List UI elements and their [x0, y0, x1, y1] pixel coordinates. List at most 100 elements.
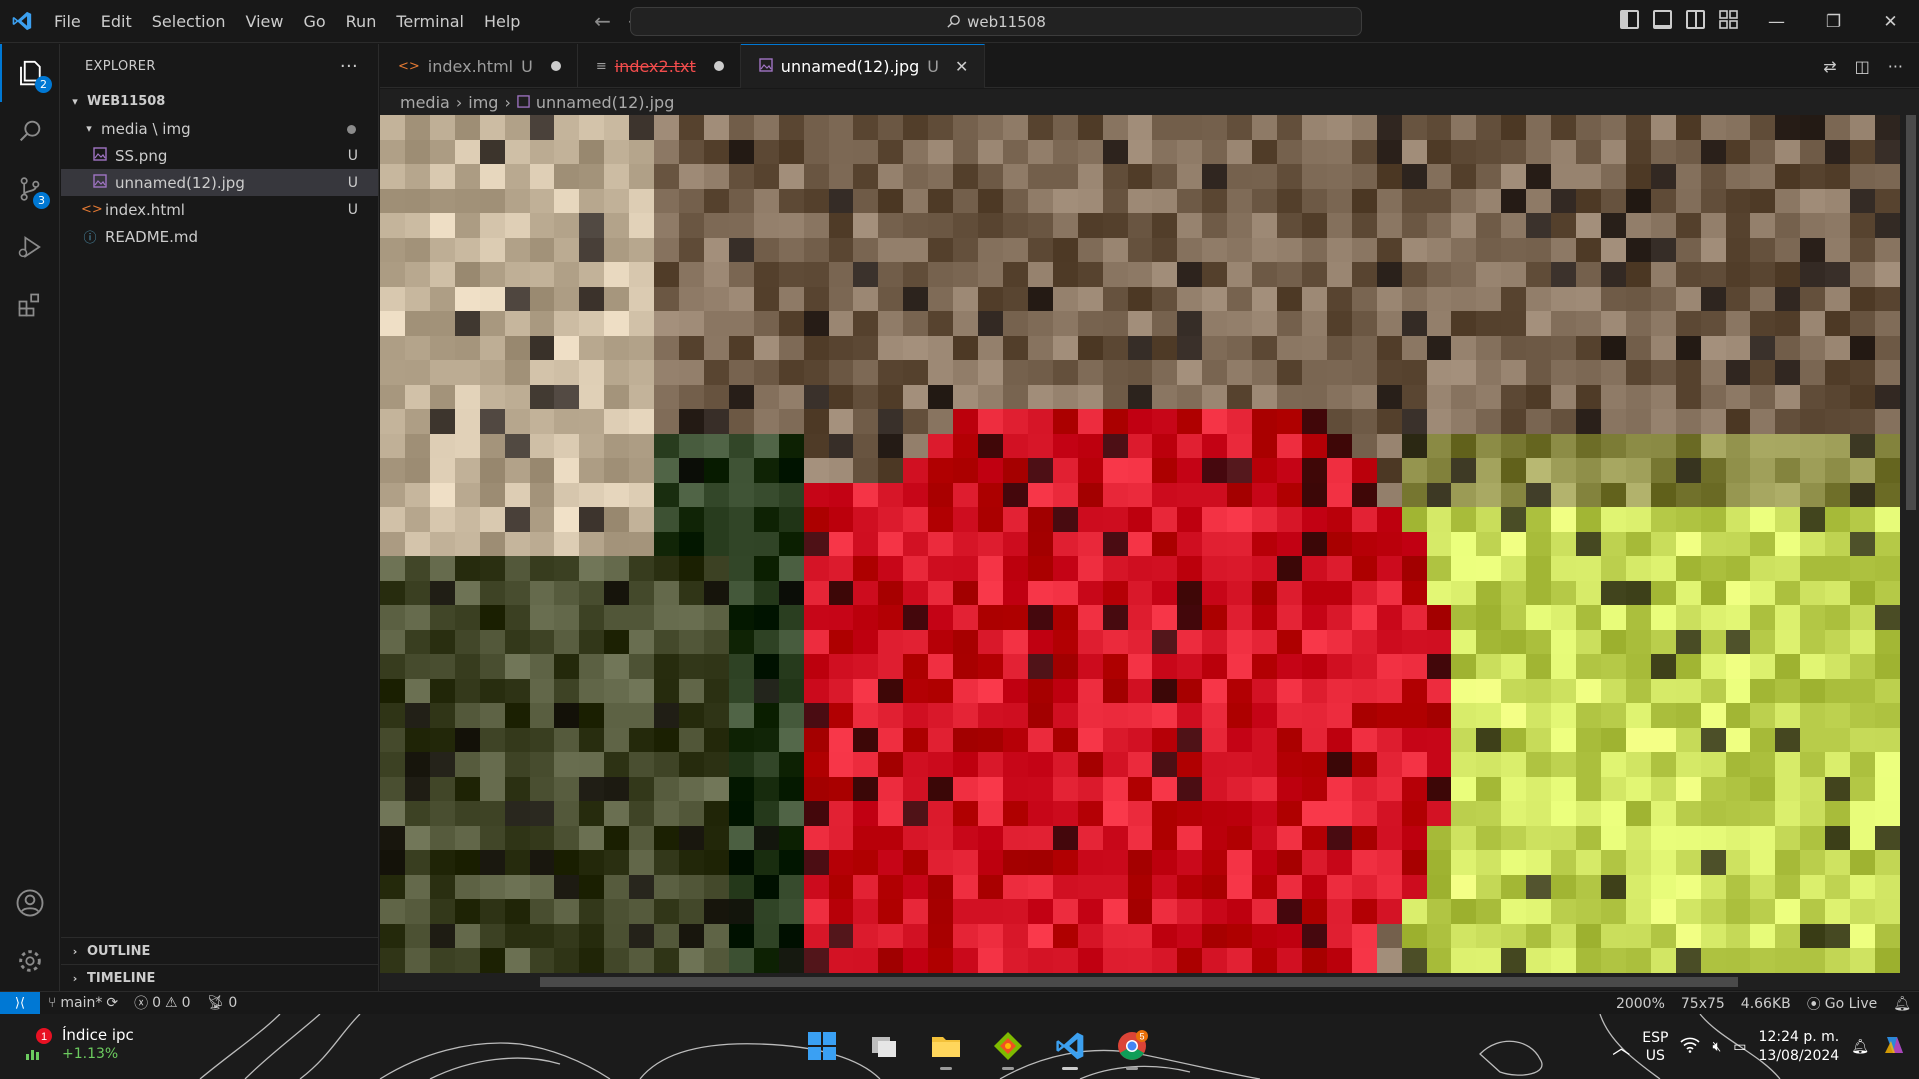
source-control-activity[interactable]: 3 [0, 160, 60, 218]
tree-file-ss-png[interactable]: SS.png U [61, 142, 378, 169]
clock[interactable]: 12:24 p. m. 13/08/2024 [1759, 1028, 1840, 1066]
timeline-section[interactable]: › TIMELINE [61, 964, 379, 991]
battery-icon[interactable]: ▭ [1733, 1039, 1746, 1055]
remote-indicator-icon[interactable]: ⟩⟨ [0, 991, 40, 1015]
more-editor-actions-icon[interactable]: ··· [1888, 57, 1903, 76]
minimize-icon[interactable]: — [1748, 0, 1805, 43]
menu-help[interactable]: Help [474, 0, 530, 43]
command-center-search[interactable]: web11508 [630, 7, 1362, 36]
workspace-root[interactable]: ▾ WEB11508 [61, 88, 378, 115]
run-debug-activity[interactable] [0, 218, 60, 276]
branch-indicator[interactable]: ⑂ main* ⟳ [40, 995, 126, 1011]
image-pixel [778, 899, 804, 924]
tree-file-unnamed-12-jpg[interactable]: unnamed(12).jpg U [61, 169, 378, 196]
task-view-button[interactable] [862, 1024, 906, 1068]
problems-indicator[interactable]: ⓧ 0 ⚠ 0 [126, 993, 198, 1013]
input-language[interactable]: ESP US [1642, 1029, 1668, 1065]
tab-unnamed-12-jpg[interactable]: unnamed(12).jpg U ✕ [740, 44, 986, 88]
image-pixel [1401, 605, 1427, 630]
explorer-activity[interactable]: 2 [0, 44, 60, 102]
breadcrumb-item[interactable]: media [400, 93, 450, 112]
image-pixel [504, 458, 530, 483]
file-explorer-app[interactable] [924, 1024, 968, 1070]
unsaved-dot-icon[interactable] [550, 61, 561, 71]
image-pixel [728, 531, 754, 557]
image-pixel [429, 458, 455, 483]
app-shortcut[interactable] [986, 1024, 1030, 1070]
split-editor-icon[interactable]: ◫ [1855, 57, 1870, 76]
menu-edit[interactable]: Edit [91, 0, 142, 43]
scroll-thumb[interactable] [1906, 115, 1916, 510]
copilot-icon[interactable] [1881, 1031, 1909, 1063]
show-hidden-icons-chevron-up-icon[interactable]: ︿ [1612, 1034, 1630, 1060]
menu-terminal[interactable]: Terminal [386, 0, 474, 43]
outline-section[interactable]: › OUTLINE [61, 937, 379, 964]
horizontal-scrollbar[interactable] [380, 974, 1919, 990]
image-pixel [529, 458, 555, 483]
menu-selection[interactable]: Selection [142, 0, 236, 43]
notifications-bell-icon[interactable]: 🔔︎ [1885, 996, 1919, 1012]
image-pixel [1501, 482, 1527, 508]
image-pixel [878, 262, 904, 287]
wifi-icon[interactable] [1680, 1037, 1701, 1057]
sync-icon[interactable]: ⟳ [106, 995, 118, 1011]
tree-file-index-html[interactable]: <> index.html U [61, 196, 378, 223]
manage-activity[interactable] [0, 932, 60, 990]
image-pixel [1526, 825, 1552, 851]
image-pixel [1551, 776, 1577, 802]
image-pixel [1177, 531, 1203, 557]
menu-view[interactable]: View [236, 0, 294, 43]
menu-go[interactable]: Go [293, 0, 335, 43]
tree-folder-media-img[interactable]: ▾ media \ img [61, 115, 378, 142]
restore-icon[interactable]: ❐ [1805, 0, 1862, 43]
notifications-bell-icon[interactable]: 🔔︎ [1851, 1039, 1869, 1055]
image-pixel [1725, 556, 1751, 581]
tab-index2-txt[interactable]: ≡ index2.txt [578, 44, 741, 88]
image-pixel [380, 507, 405, 532]
accounts-activity[interactable] [0, 874, 60, 932]
image-pixel [1451, 482, 1477, 508]
chrome-app[interactable]: 5 [1110, 1024, 1154, 1070]
image-pixel [1875, 384, 1900, 410]
image-pixel [778, 752, 804, 777]
back-arrow-icon[interactable]: ← [590, 9, 614, 33]
customize-layout-icon[interactable] [1719, 10, 1738, 29]
breadcrumb-item[interactable]: unnamed(12).jpg [536, 93, 675, 112]
toggle-secondary-sidebar-icon[interactable] [1686, 10, 1705, 29]
volume-muted-icon[interactable]: 🔇︎ [1712, 1039, 1721, 1055]
toggle-primary-sidebar-icon[interactable] [1620, 10, 1639, 29]
image-pixel [1775, 262, 1801, 287]
tab-index-html[interactable]: <> index.html U [380, 44, 578, 88]
menu-run[interactable]: Run [336, 0, 387, 43]
image-pixel [380, 286, 405, 312]
go-live-button[interactable]: ⦿ Go Live [1799, 994, 1885, 1014]
image-pixel [1850, 899, 1876, 924]
ports-indicator[interactable]: 📡︎ 0 [199, 995, 246, 1011]
tree-file-readme-md[interactable]: ⓘ README.md [61, 223, 378, 250]
more-actions-icon[interactable]: ··· [340, 56, 358, 77]
image-pixel [1277, 384, 1302, 410]
breadcrumb-item[interactable]: img [468, 93, 498, 112]
image-pixel [878, 874, 904, 900]
start-button[interactable] [800, 1024, 844, 1068]
vscode-app[interactable] [1048, 1024, 1092, 1070]
image-pixel [1501, 923, 1527, 949]
unsaved-dot-icon[interactable] [713, 61, 724, 71]
close-tab-icon[interactable]: ✕ [955, 57, 968, 76]
image-pixel [679, 899, 704, 924]
search-activity[interactable] [0, 102, 60, 160]
vertical-scrollbar[interactable] [1903, 115, 1919, 976]
toggle-panel-icon[interactable] [1653, 10, 1672, 29]
scroll-thumb[interactable] [540, 977, 1738, 987]
image-pixel [953, 678, 979, 704]
image-preview[interactable] [380, 115, 1919, 976]
image-pixel [1426, 458, 1452, 483]
close-window-icon[interactable]: ✕ [1862, 0, 1919, 43]
open-changes-icon[interactable]: ⇄ [1823, 57, 1836, 76]
image-pixel [1326, 801, 1352, 826]
image-pixel [604, 360, 630, 385]
menu-file[interactable]: File [44, 0, 91, 43]
widgets-stock[interactable]: 1 Índice ipc +1.13% [22, 1026, 134, 1064]
zoom-level[interactable]: 2000% [1608, 996, 1673, 1012]
extensions-activity[interactable] [0, 276, 60, 334]
